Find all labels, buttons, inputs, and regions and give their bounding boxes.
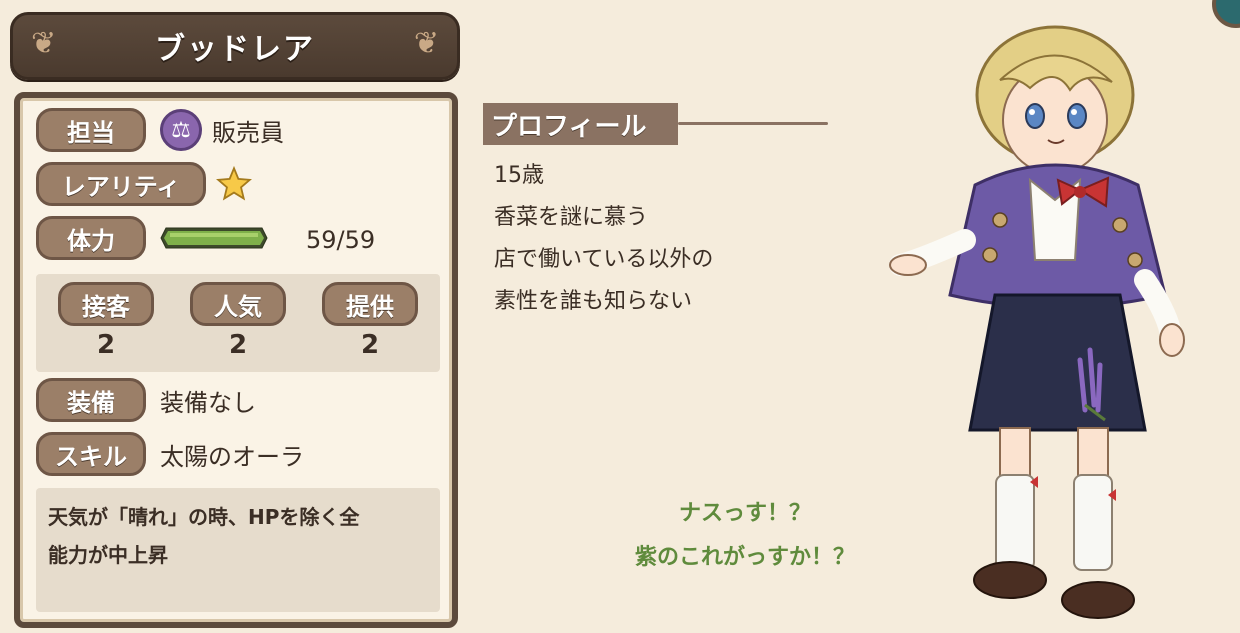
star-icon: [216, 166, 252, 201]
skill-label: スキル: [36, 432, 146, 476]
hp-label: 体力: [36, 216, 146, 260]
character-illustration: [889, 25, 1185, 619]
skill-desc-line: 天気が「晴れ」の時、HPを除く全: [48, 505, 360, 529]
quote-line: 紫のこれがっすか！？: [634, 545, 855, 570]
rarity-row: レアリティ: [36, 162, 252, 206]
ornament-swirl-icon: ❦: [413, 26, 439, 61]
scales-icon: ⚖: [160, 109, 202, 151]
stat-label: 人気: [190, 282, 286, 326]
stat-service: 接客 2: [58, 282, 154, 360]
skill-row: スキル 太陽のオーラ: [36, 432, 304, 476]
hp-row: 体力: [36, 216, 268, 260]
stat-value: 2: [228, 330, 248, 360]
rarity-label: レアリティ: [36, 162, 206, 206]
skill-description: 天気が「晴れ」の時、HPを除く全 能力が中上昇: [36, 488, 440, 612]
stat-label: 接客: [58, 282, 154, 326]
profile-line: 素性を誰も知らない: [494, 289, 693, 314]
stat-popularity: 人気 2: [190, 282, 286, 360]
skill-value: 太陽のオーラ: [160, 442, 304, 471]
equip-label: 装備: [36, 378, 146, 422]
character-name-banner: ❦ ブッドレア ❦: [10, 12, 460, 80]
hp-value: 59/59: [306, 226, 376, 254]
role-label: 担当: [36, 108, 146, 152]
equip-value: 装備なし: [160, 388, 256, 417]
profile-divider: [678, 122, 828, 125]
character-name: ブッドレア: [155, 32, 315, 67]
skill-desc-line: 能力が中上昇: [48, 543, 168, 567]
stat-serving: 提供 2: [322, 282, 418, 360]
corner-decoration: [1212, 0, 1240, 28]
stats-panel: 担当 ⚖ 販売員 レアリティ 体力 59/59 接客 2 人気 2 提供 2 装…: [14, 92, 458, 628]
profile-header: プロフィール: [483, 103, 678, 145]
profile-line: 香菜を謎に慕う: [494, 205, 649, 230]
hp-bar: [160, 227, 268, 249]
sub-stats-box: 接客 2 人気 2 提供 2: [36, 274, 440, 372]
equip-row: 装備 装備なし: [36, 378, 256, 422]
character-quote: ナスっす！？ 紫のこれがっすか！？: [600, 492, 890, 580]
stat-value: 2: [360, 330, 380, 360]
profile-line: 15歳: [494, 163, 544, 188]
profile-text: 15歳 香菜を謎に慕う 店で働いている以外の 素性を誰も知らない: [494, 155, 713, 323]
stat-value: 2: [96, 330, 116, 360]
quote-line: ナスっす！？: [678, 501, 811, 526]
role-value: 販売員: [212, 118, 284, 147]
ornament-swirl-icon: ❦: [31, 26, 57, 61]
stat-label: 提供: [322, 282, 418, 326]
profile-line: 店で働いている以外の: [494, 247, 714, 272]
role-row: 担当 ⚖ 販売員: [36, 108, 284, 152]
